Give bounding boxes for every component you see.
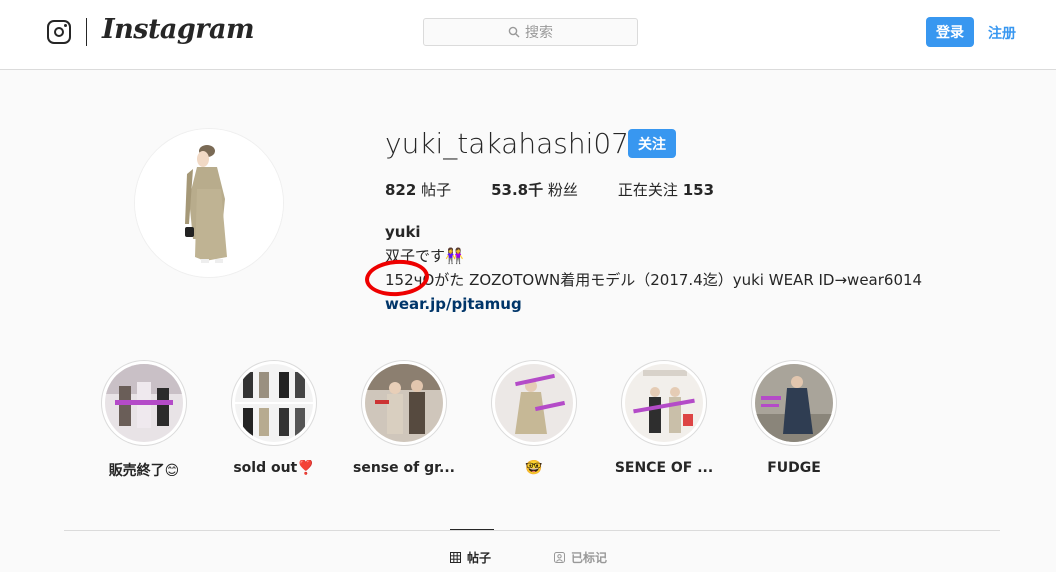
login-button[interactable]: 登录 bbox=[926, 17, 974, 47]
tabs-divider bbox=[64, 530, 1000, 531]
highlight-4-thumbnail bbox=[495, 364, 573, 442]
highlight-item[interactable]: sense of gr... bbox=[339, 360, 469, 476]
bio-line-2: 152чOがた ZOZOTOWN着用モデル（2017.4迄）yuki WEAR … bbox=[385, 271, 923, 289]
followers-stat[interactable]: 53.8千 粉丝 bbox=[491, 179, 578, 200]
bio-name: yuki bbox=[385, 223, 421, 241]
highlight-item[interactable]: 販売終了😊 bbox=[79, 360, 209, 480]
top-navbar: Instagram 搜索 登录 注册 bbox=[0, 0, 1056, 70]
highlight-item[interactable]: SENCE OF ... bbox=[599, 360, 729, 476]
bio-line-1: 双子です👭 bbox=[385, 247, 464, 265]
following-label: 正在关注 bbox=[617, 181, 678, 199]
tagged-icon bbox=[554, 552, 565, 563]
search-box[interactable]: 搜索 bbox=[423, 18, 638, 46]
highlight-2-thumbnail bbox=[235, 364, 313, 442]
following-count: 153 bbox=[682, 181, 715, 199]
posts-count: 822 bbox=[385, 181, 417, 199]
highlight-5-thumbnail bbox=[625, 364, 703, 442]
profile-avatar[interactable] bbox=[134, 128, 284, 278]
highlight-label: sold out❣️ bbox=[233, 460, 315, 476]
posts-label: 帖子 bbox=[421, 181, 452, 199]
highlight-label: sense of gr... bbox=[353, 460, 455, 476]
highlight-item[interactable]: 🤓 bbox=[469, 360, 599, 476]
profile-bio: yuki 双子です👭 152чOがた ZOZOTOWN着用モデル（2017.4迄… bbox=[385, 220, 922, 316]
posts-stat[interactable]: 822 帖子 bbox=[385, 179, 451, 200]
followers-count: 53.8千 bbox=[491, 181, 544, 199]
highlight-label: 販売終了😊 bbox=[108, 463, 180, 479]
highlight-label: 🤓 bbox=[525, 460, 543, 476]
bio-external-link[interactable]: wear.jp/pjtamug bbox=[385, 292, 922, 316]
story-highlights: 販売終了😊 sold out❣️ sense of gr... 🤓 SENCE … bbox=[0, 360, 1056, 480]
highlight-item[interactable]: FUDGE bbox=[729, 360, 859, 476]
followers-label: 粉丝 bbox=[547, 181, 578, 199]
highlight-label: SENCE OF ... bbox=[614, 460, 714, 476]
signup-link[interactable]: 注册 bbox=[988, 23, 1016, 43]
follow-button[interactable]: 关注 bbox=[628, 129, 676, 158]
profile-stats: 822 帖子 53.8千 粉丝 正在关注 153 bbox=[385, 179, 754, 200]
tab-posts[interactable]: 帖子 bbox=[450, 549, 491, 566]
tab-tagged[interactable]: 已标记 bbox=[554, 549, 607, 566]
instagram-wordmark-logo[interactable]: Instagram bbox=[102, 14, 255, 45]
following-stat[interactable]: 正在关注 153 bbox=[618, 179, 714, 200]
highlight-label: FUDGE bbox=[767, 460, 821, 476]
tab-tagged-label: 已标记 bbox=[571, 551, 608, 565]
active-tab-indicator bbox=[450, 529, 494, 530]
highlight-3-thumbnail bbox=[365, 364, 443, 442]
profile-username: yuki_takahashi0706 bbox=[385, 127, 665, 160]
logo-divider bbox=[86, 18, 87, 46]
highlight-item[interactable]: sold out❣️ bbox=[209, 360, 339, 476]
avatar-illustration bbox=[135, 129, 283, 277]
tab-posts-label: 帖子 bbox=[467, 551, 492, 565]
instagram-camera-icon[interactable] bbox=[47, 20, 71, 44]
grid-icon bbox=[450, 552, 461, 563]
highlight-6-thumbnail bbox=[755, 364, 833, 442]
highlight-1-thumbnail bbox=[105, 364, 183, 442]
